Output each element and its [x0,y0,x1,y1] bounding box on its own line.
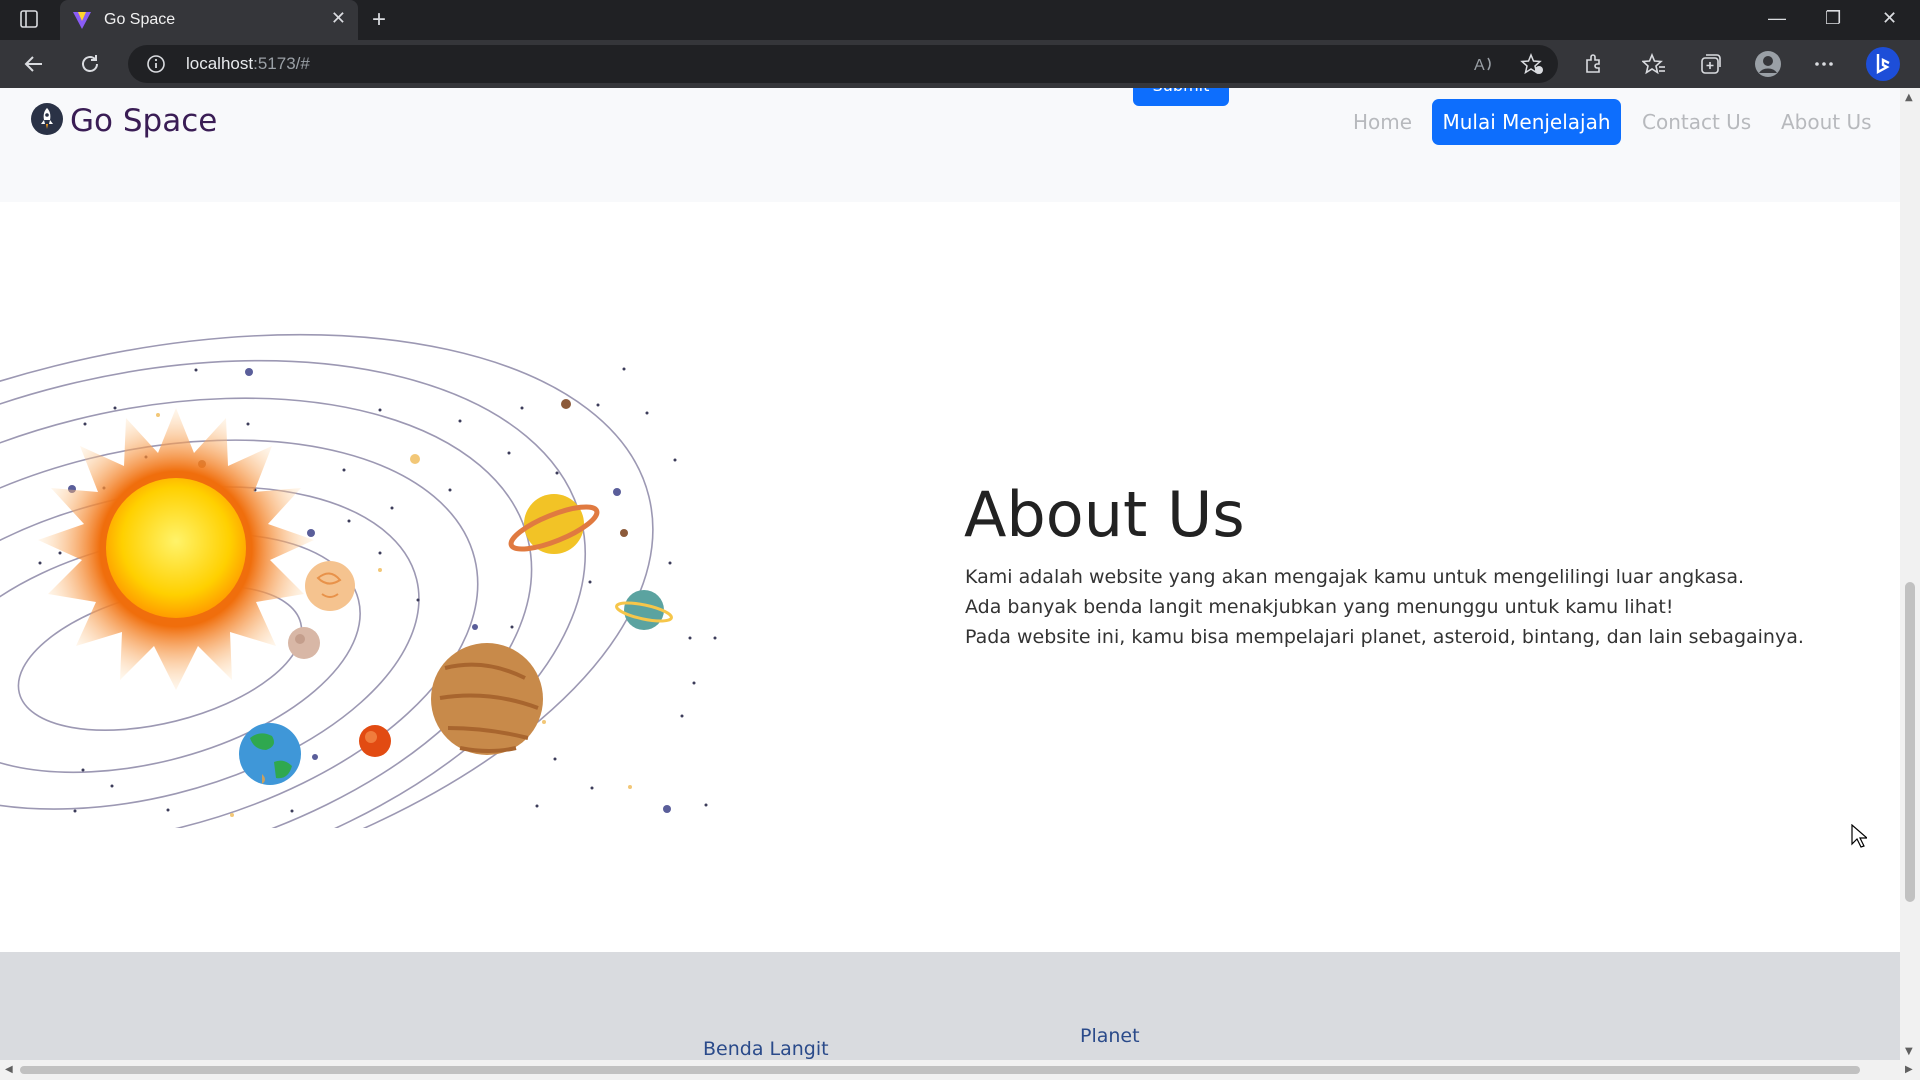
nav-link-contact-us[interactable]: Contact Us [1642,110,1751,134]
vertical-scrollbar[interactable]: ▲ ▼ [1900,88,1920,1060]
scroll-down-icon[interactable]: ▼ [1905,1046,1913,1057]
tab-actions-icon[interactable] [20,10,38,32]
browser-tab-bar: Go Space ✕ + — ❐ ✕ [0,0,1920,40]
rocket-logo-icon [30,102,64,140]
window-close-icon[interactable]: ✕ [1882,8,1897,29]
brand-name: Go Space [70,103,218,139]
footer-link-benda-langit[interactable]: Benda Langit [703,1038,829,1060]
collections-icon[interactable] [1698,52,1722,80]
browser-tab[interactable]: Go Space ✕ [60,0,358,40]
horizontal-scrollbar[interactable]: ◀ ▶ [0,1060,1920,1080]
profile-avatar-icon[interactable] [1754,50,1782,82]
settings-more-icon[interactable] [1812,52,1836,80]
favorites-icon[interactable] [1641,52,1666,80]
solar-system-illustration [0,248,730,946]
horizontal-scroll-thumb[interactable] [20,1066,1860,1074]
refresh-icon[interactable] [78,52,102,80]
new-tab-icon[interactable]: + [372,6,386,34]
nav-link-about-us[interactable]: About Us [1781,110,1872,134]
submit-button[interactable]: Submit [1133,88,1229,106]
site-footer: Benda Langit Planet [0,952,1900,1060]
url-text: localhost:5173/# [186,54,310,74]
page-viewport: Go Space Submit Home Mulai Menjelajah Co… [0,88,1900,1060]
svg-text:A: A [1474,57,1485,74]
mouse-cursor-icon [1851,823,1869,852]
vertical-scroll-thumb[interactable] [1905,582,1915,902]
site-info-icon[interactable] [146,54,166,78]
copilot-icon[interactable] [1865,46,1901,86]
read-aloud-icon[interactable]: A [1474,54,1496,78]
site-navbar: Go Space Submit Home Mulai Menjelajah Co… [0,88,1900,202]
url-host: localhost [186,54,254,73]
restore-icon[interactable]: ❐ [1825,8,1841,29]
url-path: :5173/# [253,54,310,73]
browser-toolbar: localhost:5173/# A [0,40,1920,88]
extensions-icon[interactable] [1582,52,1606,80]
nav-button-mulai-menjelajah[interactable]: Mulai Menjelajah [1432,99,1621,145]
footer-link-planet[interactable]: Planet [1080,1025,1140,1047]
about-line-2: Ada banyak benda langit menakjubkan yang… [965,596,1674,618]
scroll-right-icon[interactable]: ▶ [1905,1064,1913,1075]
scroll-up-icon[interactable]: ▲ [1905,92,1913,103]
address-bar[interactable]: localhost:5173/# A [128,45,1558,83]
brand-logo-link[interactable]: Go Space [30,102,217,140]
about-line-3: Pada website ini, kamu bisa mempelajari … [965,626,1804,648]
vite-favicon-icon [72,10,92,34]
scroll-left-icon[interactable]: ◀ [5,1064,13,1075]
tab-title: Go Space [104,11,176,28]
add-favorite-icon[interactable] [1520,53,1544,79]
minimize-icon[interactable]: — [1768,8,1786,29]
tab-close-icon[interactable]: ✕ [331,8,346,29]
nav-link-home[interactable]: Home [1353,110,1412,134]
about-title: About Us [964,478,1245,551]
about-line-1: Kami adalah website yang akan mengajak k… [965,566,1745,588]
back-icon[interactable] [22,52,46,80]
